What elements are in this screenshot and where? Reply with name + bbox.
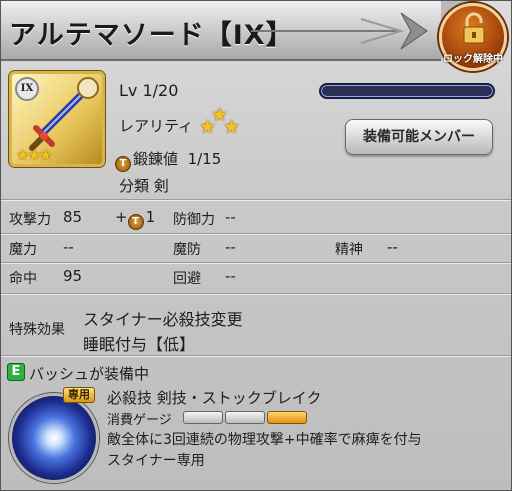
gauge-segment xyxy=(267,411,307,424)
forge-icon: T xyxy=(115,156,131,172)
spr-value: -- xyxy=(387,238,398,256)
rarity-star-icon: ★ xyxy=(223,116,241,138)
equipped-by-text: バッシュが装備中 xyxy=(29,365,150,383)
acc-value: 95 xyxy=(63,267,83,285)
divider xyxy=(1,293,511,294)
forge-label: 鍛錬値 xyxy=(133,150,179,168)
category-value: 剣 xyxy=(153,177,169,195)
mag-value: -- xyxy=(63,238,74,256)
def-value: -- xyxy=(225,208,236,226)
lock-badge[interactable]: ロック解除中 xyxy=(439,3,507,71)
title-bar: アルテマソード【IX】 xyxy=(1,1,479,61)
mdef-label: 魔防 xyxy=(173,242,201,258)
equipped-badge: E xyxy=(7,363,25,381)
atk-label: 攻撃力 xyxy=(9,212,51,228)
special-effect-item: スタイナー必殺技変更 xyxy=(83,310,243,329)
gauge-segment xyxy=(183,411,223,424)
thumbnail-stars: ★★★ xyxy=(16,146,52,164)
forge-value: 1/15 xyxy=(187,150,222,168)
mag-label: 魔力 xyxy=(9,242,37,258)
lock-label: ロック解除中 xyxy=(443,54,503,65)
forge-row: T 鍛錬値 1/15 xyxy=(115,148,221,172)
eva-value: -- xyxy=(225,267,236,285)
skill-description: 敵全体に3回連続の物理攻撃+中確率で麻痺を付与 xyxy=(107,432,422,448)
skill-orb-icon xyxy=(9,393,99,483)
def-label: 防御力 xyxy=(173,212,215,228)
gauge-label: 消費ゲージ xyxy=(107,413,172,428)
divider xyxy=(1,262,511,263)
atk-bonus: + T 1 xyxy=(115,208,155,230)
divider xyxy=(1,355,511,356)
title-ornament-icon xyxy=(251,12,428,50)
divider xyxy=(1,233,511,234)
rarity-stars: ★ ★ ★ ★ xyxy=(199,104,259,138)
eva-label: 回避 xyxy=(173,271,201,287)
rank-badge: IX xyxy=(15,77,39,101)
special-effects-label: 特殊効果 xyxy=(9,322,65,338)
weapon-thumbnail: IX ★★★ xyxy=(9,71,105,167)
special-effect-item: 睡眠付与【低】 xyxy=(83,335,196,354)
padlock-open-icon xyxy=(463,12,485,44)
exclusive-tag: 専用 xyxy=(63,387,95,403)
mdef-value: -- xyxy=(225,238,236,256)
skill-name: 必殺技 剣技・ストックブレイク xyxy=(107,389,322,407)
acc-label: 命中 xyxy=(9,271,37,287)
gauge-segment xyxy=(225,411,265,424)
divider xyxy=(1,199,511,200)
spr-label: 精神 xyxy=(335,242,363,258)
skill-note: スタイナー専用 xyxy=(107,453,205,469)
sword-type-icon xyxy=(77,77,99,99)
atk-value: 85 xyxy=(63,208,83,226)
forge-icon: T xyxy=(127,214,144,230)
equippable-members-button[interactable]: 装備可能メンバー xyxy=(345,119,493,155)
weapon-detail-panel: アルテマソード【IX】 ロック解除中 IX ★★★ Lv 1/20 レアリティ xyxy=(0,0,512,491)
level-text: Lv 1/20 xyxy=(119,81,179,100)
category-label: 分類 xyxy=(119,177,150,195)
level-progress-bar xyxy=(319,83,495,99)
category-row: 分類 剣 xyxy=(119,175,169,196)
rarity-label: レアリティ xyxy=(119,117,194,135)
skill-gauge xyxy=(183,411,309,424)
